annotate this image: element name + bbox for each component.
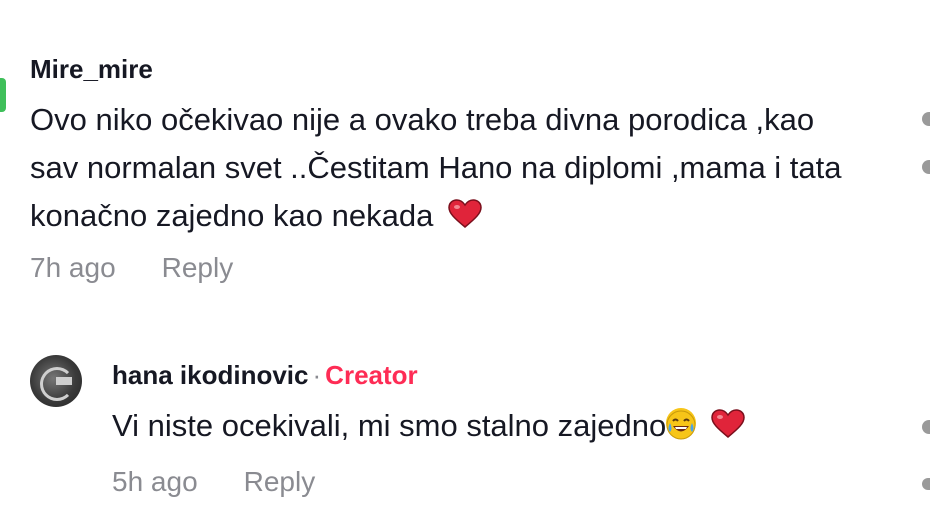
avatar[interactable] (30, 355, 82, 407)
like-icon[interactable] (922, 478, 930, 490)
comment-reply-button[interactable]: Reply (162, 248, 234, 288)
like-icon[interactable] (922, 160, 930, 174)
comment-text-body: Ovo niko očekivao nije a ovako treba div… (30, 102, 842, 233)
reply-text: Vi niste ocekivali, mi smo stalno zajedn… (112, 404, 892, 448)
reply-meta: 5h ago Reply (112, 462, 892, 502)
reply-username[interactable]: hana ikodinovic (112, 360, 309, 390)
heart-icon (711, 407, 745, 438)
comment-item: Mire_mire Ovo niko očekivao nije a ovako… (30, 52, 890, 288)
reply-header: hana ikodinovic · Creator (112, 358, 892, 392)
comment-meta: 7h ago Reply (30, 248, 890, 288)
reply-time: 5h ago (112, 466, 198, 497)
comment-time: 7h ago (30, 252, 116, 283)
like-icon[interactable] (922, 112, 930, 126)
comment-text: Ovo niko očekivao nije a ovako treba div… (30, 96, 860, 240)
creator-badge: Creator (325, 360, 418, 390)
laughing-tears-icon (666, 408, 697, 440)
reply-body: hana ikodinovic · Creator Vi niste ocekiva… (112, 358, 892, 502)
avatar-logo-bar (56, 377, 72, 385)
reply-reply-button[interactable]: Reply (244, 462, 316, 502)
reply-text-body: Vi niste ocekivali, mi smo stalno zajedn… (112, 408, 667, 443)
separator-dot: · (312, 360, 322, 390)
left-edge-indicator (0, 78, 6, 112)
comment-username[interactable]: Mire_mire (30, 52, 890, 86)
like-icon[interactable] (922, 420, 930, 434)
heart-icon (448, 195, 482, 228)
